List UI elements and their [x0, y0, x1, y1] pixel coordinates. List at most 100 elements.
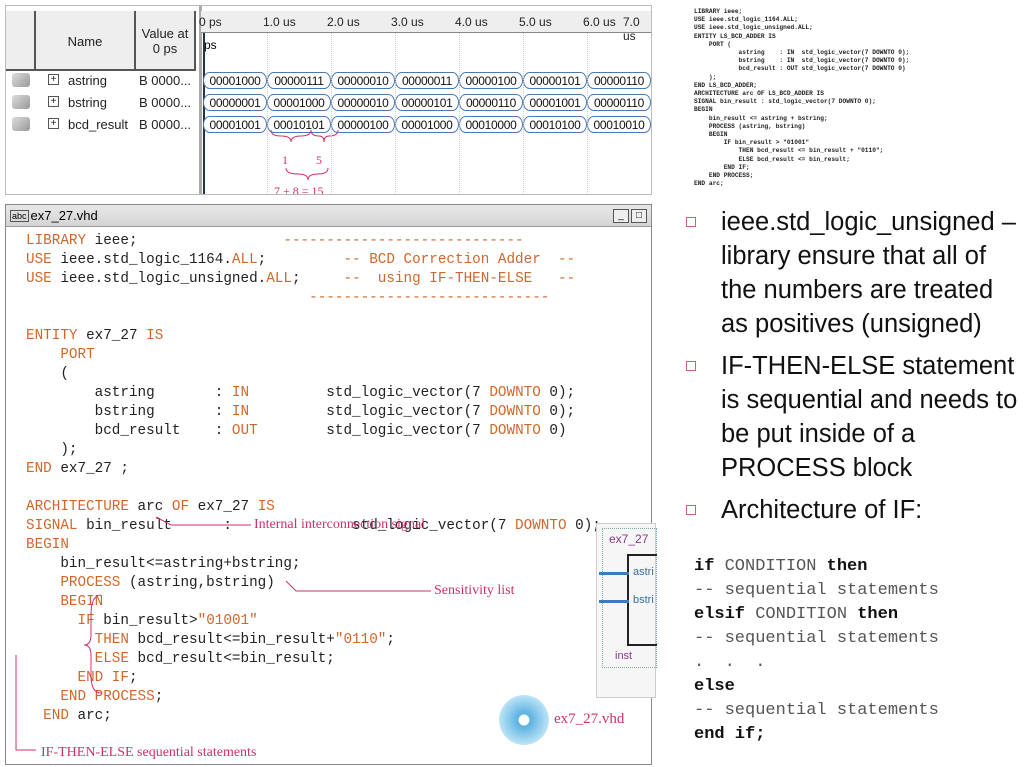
expand-icon[interactable]: + [48, 118, 59, 129]
code-line: USE ieee.std_logic_unsigned.ALL; -- usin… [26, 270, 575, 289]
code-token: ENTITY [26, 328, 78, 344]
time-label: 2.0 us [327, 15, 360, 29]
expand-icon[interactable]: + [48, 74, 59, 85]
code-token: PORT [60, 347, 95, 363]
waveform-value: 00000100 [459, 72, 523, 89]
code-token: ex7_27 [77, 328, 147, 344]
waveform-value: 00000011 [395, 72, 459, 89]
waveform-value: 00001001 [523, 94, 587, 111]
code-token: IS [146, 328, 164, 344]
signal-row[interactable]: + astring B 0000... 00001000 00000111 00000… [6, 70, 651, 92]
bullet-item: IF-THEN-ELSE statement is sequential and… [686, 349, 1021, 485]
code-token: USE [26, 252, 52, 268]
code-token: 0); [540, 404, 576, 420]
block-symbol: ex7_27 astri bstri inst [596, 523, 657, 698]
cd-icon [499, 695, 549, 745]
syntax-token: . . . [694, 653, 766, 672]
syntax-token: elsif [694, 605, 746, 624]
value-column-header: Value at 0 ps [136, 11, 196, 71]
code-token: IN [231, 385, 250, 401]
maximize-button[interactable]: □ [631, 208, 647, 223]
code-token: ALL [266, 271, 292, 287]
grid-line [331, 33, 332, 194]
bullet-icon [686, 217, 696, 227]
waveform-value: 00010100 [523, 116, 587, 133]
bullet-item: ieee.std_logic_unsigned – library ensure… [686, 205, 1021, 341]
port-bstring: bstri [633, 594, 654, 606]
signal-name: astring [68, 73, 108, 88]
grid-line [267, 33, 268, 194]
syntax-token: -- sequential statements [694, 701, 939, 720]
code-token: -- using IF-THEN-ELSE -- [343, 271, 576, 287]
waveform-value: 00001000 [395, 116, 459, 133]
code-token: IN [231, 404, 250, 420]
syntax-token: then [857, 605, 899, 624]
port-astring: astri [633, 566, 654, 578]
if-syntax-line: elsif CONDITION then [694, 603, 939, 627]
syntax-token: CONDITION [745, 605, 858, 624]
syntax-token: end if; [694, 725, 766, 744]
time-label: 5.0 us [519, 15, 552, 29]
port-wire-b [599, 600, 629, 603]
waveform-value: 00000101 [523, 72, 587, 89]
code-line: astring : IN std_logic_vector(7 DOWNTO 0… [26, 384, 576, 403]
signal-type-icon [12, 95, 30, 109]
symbol-inst: inst [615, 650, 633, 662]
if-syntax-line: -- sequential statements [694, 579, 939, 603]
code-token: END [26, 461, 52, 477]
if-syntax-line: -- sequential statements [694, 699, 939, 723]
if-syntax-line: else [694, 675, 939, 699]
code-token: 0); [540, 385, 576, 401]
port-wire-a [599, 572, 629, 575]
waveform-value: 00001001 [203, 116, 267, 133]
code-token: bcd_result : [26, 423, 232, 439]
time-label: 6.0 us [583, 15, 616, 29]
code-token: ( [26, 366, 69, 382]
grid-line [651, 33, 652, 195]
code-token: ALL [231, 252, 258, 268]
code-token: ieee.std_logic_unsigned. [51, 271, 267, 287]
code-token: ---------------------------- [137, 233, 524, 249]
bullet-text: IF-THEN-ELSE statement is sequential and… [721, 352, 1018, 482]
code-line: ENTITY ex7_27 IS [26, 327, 163, 346]
signal-name: bstring [68, 95, 108, 110]
code-token: ieee.std_logic_1164. [51, 252, 232, 268]
syntax-token: else [694, 677, 735, 696]
if-syntax-line: end if; [694, 723, 939, 747]
code-token: USE [26, 271, 52, 287]
signal-row[interactable]: + bstring B 0000... 00000001 00001000 00000… [6, 92, 651, 114]
grid-line [395, 33, 396, 194]
expand-icon[interactable]: + [48, 96, 59, 107]
code-token: LIBRARY [26, 233, 87, 249]
code-editor-window: abc ex7_27.vhd _ □ LIBRARY ieee; -------… [5, 204, 657, 765]
if-syntax-code: if CONDITION then -- sequential statement… [694, 555, 939, 747]
minimize-button[interactable]: _ [613, 208, 629, 223]
waveform-value: 00000101 [395, 94, 459, 111]
code-line: ); [26, 441, 77, 460]
code-token: DOWNTO [489, 404, 541, 420]
code-token: std_logic_vector(7 [257, 423, 490, 439]
vhd-file-icon: abc [10, 209, 29, 222]
grid-line [523, 33, 524, 194]
syntax-token: CONDITION [714, 557, 827, 576]
file-callout: ex7_27.vhd [554, 711, 625, 727]
code-line: PORT [26, 346, 95, 365]
waveform-value: 00010000 [459, 116, 523, 133]
time-label: 4.0 us [455, 15, 488, 29]
time-label: 0 ps [199, 15, 222, 29]
code-token: ); [26, 442, 78, 458]
digit-ones: 5 [316, 153, 322, 167]
code-token: DOWNTO [489, 385, 541, 401]
code-token: -- BCD Correction Adder -- [343, 252, 576, 268]
waveform-value: 00000110 [587, 94, 651, 111]
signal-value: B 0000... [139, 117, 192, 132]
time-ruler: 0 ps 1.0 us 2.0 us 3.0 us 4.0 us 5.0 us 6.0 us… [199, 11, 651, 43]
code-line: bcd_result : OUT std_logic_vector(7 DOWN… [26, 422, 567, 441]
if-syntax-line: if CONDITION then [694, 555, 939, 579]
bullet-icon [686, 361, 696, 371]
code-token: ex7_27 ; [51, 461, 129, 477]
name-column-header: Name [36, 11, 136, 71]
signal-type-icon [12, 117, 30, 131]
waveform-value: 00000010 [331, 72, 395, 89]
waveform-value: 00000111 [267, 72, 331, 89]
